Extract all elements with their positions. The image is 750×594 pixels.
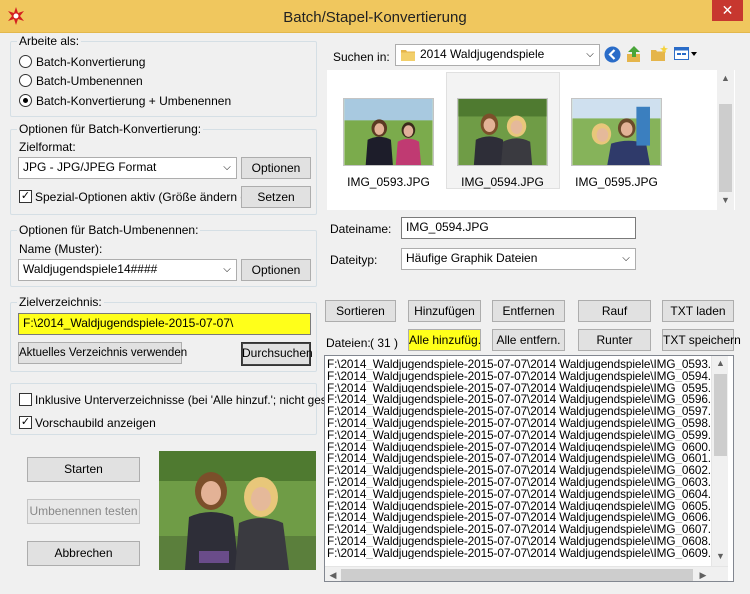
thumb-scrollbar-thumb[interactable] [719, 104, 732, 192]
files-count: ( 31 ) [370, 336, 399, 350]
subdirs-label[interactable]: Inklusive Unterverzeichnisse (bei 'Alle … [35, 393, 340, 407]
chevron-down-icon: ⌵ [622, 253, 630, 264]
set-button[interactable]: Setzen [241, 186, 311, 208]
remove-button[interactable]: Entfernen [492, 300, 565, 322]
list-item[interactable]: F:\2014_Waldjugendspiele-2015-07-07\2014… [327, 464, 711, 476]
rename-options-label: Optionen für Batch-Umbenennen: [17, 223, 201, 237]
subdirs-checkbox[interactable] [19, 393, 32, 406]
radio-batch-convert-label[interactable]: Batch-Konvertierung [36, 55, 145, 69]
search-in-label: Suchen in: [333, 50, 390, 64]
filetype-label: Dateityp: [330, 253, 378, 267]
special-options-checkbox[interactable]: ✓ [19, 190, 32, 203]
radio-batch-convert[interactable] [19, 55, 32, 68]
name-pattern-label: Name (Muster): [19, 242, 103, 256]
name-pattern-value: Waldjugendspiele14#### [23, 262, 158, 276]
cancel-button[interactable]: Abbrechen [27, 541, 140, 566]
list-item[interactable]: F:\2014_Waldjugendspiele-2015-07-07\2014… [327, 358, 711, 370]
list-item[interactable]: F:\2014_Waldjugendspiele-2015-07-07\2014… [327, 417, 711, 429]
list-item[interactable]: F:\2014_Waldjugendspiele-2015-07-07\2014… [327, 511, 711, 523]
folder-icon [401, 50, 415, 61]
target-format-label: Zielformat: [19, 140, 76, 154]
window-title: Batch/Stapel-Konvertierung [283, 9, 467, 26]
preview-checkbox[interactable]: ✓ [19, 416, 32, 429]
list-item[interactable]: F:\2014_Waldjugendspiele-2015-07-07\2014… [327, 405, 711, 417]
down-button[interactable]: Runter [578, 329, 651, 351]
close-button[interactable]: ✕ [712, 0, 743, 21]
target-dir-label: Zielverzeichnis: [17, 295, 104, 309]
chevron-down-icon[interactable]: ▼ [714, 551, 727, 563]
list-item[interactable]: F:\2014_Waldjugendspiele-2015-07-07\2014… [327, 500, 711, 512]
file-list[interactable]: F:\2014_Waldjugendspiele-2015-07-07\2014… [324, 355, 734, 582]
chevron-down-icon: ⌵ [223, 264, 231, 275]
name-pattern-select[interactable]: Waldjugendspiele14#### ⌵ [18, 259, 237, 281]
list-item[interactable]: F:\2014_Waldjugendspiele-2015-07-07\2014… [327, 535, 711, 547]
radio-batch-rename-label[interactable]: Batch-Umbenennen [36, 74, 143, 88]
add-button[interactable]: Hinzufügen [408, 300, 481, 322]
back-icon[interactable] [604, 46, 621, 63]
target-format-value: JPG - JPG/JPEG Format [23, 160, 157, 174]
filetype-value: Häufige Graphik Dateien [406, 251, 538, 265]
list-item[interactable]: F:\2014_Waldjugendspiele-2015-07-07\2014… [327, 523, 711, 535]
thumbnail-label-0595[interactable]: IMG_0595.JPG [571, 175, 662, 189]
file-list-horizontal-scrollbar[interactable]: ◀ ▶ [325, 566, 728, 581]
load-txt-button[interactable]: TXT laden [662, 300, 734, 322]
filename-label: Dateiname: [330, 222, 392, 236]
save-txt-button[interactable]: TXT speichern [662, 329, 741, 351]
list-item[interactable]: F:\2014_Waldjugendspiele-2015-07-07\2014… [327, 441, 711, 453]
radio-batch-rename[interactable] [19, 74, 32, 87]
target-format-select[interactable]: JPG - JPG/JPEG Format ⌵ [18, 157, 237, 179]
up-folder-icon[interactable] [626, 45, 643, 63]
list-item[interactable]: F:\2014_Waldjugendspiele-2015-07-07\2014… [327, 452, 711, 464]
list-item[interactable]: F:\2014_Waldjugendspiele-2015-07-07\2014… [327, 382, 711, 394]
folder-name: 2014 Waldjugendspiele [420, 47, 545, 61]
list-item[interactable]: F:\2014_Waldjugendspiele-2015-07-07\2014… [327, 429, 711, 441]
thumbnail-label-0593[interactable]: IMG_0593.JPG [343, 175, 434, 189]
thumbnail-image-0595[interactable] [571, 98, 662, 166]
special-options-label[interactable]: Spezial-Optionen aktiv (Größe ändern etc… [35, 190, 264, 204]
filename-input[interactable]: IMG_0594.JPG [401, 217, 636, 239]
list-item[interactable]: F:\2014_Waldjugendspiele-2015-07-07\2014… [327, 370, 711, 382]
target-dir-input[interactable]: F:\2014_Waldjugendspiele-2015-07-07\ [18, 313, 311, 335]
thumbnail-label-0594[interactable]: IMG_0594.JPG [457, 175, 548, 189]
add-all-button[interactable]: Alle hinzufüg. [408, 329, 481, 351]
vertical-scrollbar-thumb[interactable] [714, 374, 727, 456]
sort-button[interactable]: Sortieren [325, 300, 396, 322]
chevron-down-icon[interactable]: ▼ [719, 195, 732, 207]
file-list-vertical-scrollbar[interactable]: ▲ ▼ [711, 356, 728, 566]
chevron-left-icon[interactable]: ◀ [327, 569, 339, 581]
new-folder-icon[interactable] [650, 45, 668, 62]
rename-options-button[interactable]: Optionen [241, 259, 311, 281]
up-button[interactable]: Rauf [578, 300, 651, 322]
thumbnail-image-0594[interactable] [457, 98, 548, 166]
list-item[interactable]: F:\2014_Waldjugendspiele-2015-07-07\2014… [327, 476, 711, 488]
list-item[interactable]: F:\2014_Waldjugendspiele-2015-07-07\2014… [327, 488, 711, 500]
filetype-select[interactable]: Häufige Graphik Dateien ⌵ [401, 248, 636, 270]
radio-convert-rename[interactable] [19, 94, 32, 107]
test-rename-button[interactable]: Umbenennen testen [27, 499, 140, 524]
file-list-lines: F:\2014_Waldjugendspiele-2015-07-07\2014… [327, 358, 711, 559]
radio-convert-rename-label[interactable]: Batch-Konvertierung + Umbenennen [36, 94, 231, 108]
use-current-dir-button[interactable]: Aktuelles Verzeichnis verwenden [18, 342, 187, 364]
preview-image [159, 451, 316, 570]
chevron-down-icon: ⌵ [586, 49, 594, 60]
preview-label[interactable]: Vorschaubild anzeigen [35, 416, 156, 430]
list-item[interactable]: F:\2014_Waldjugendspiele-2015-07-07\2014… [327, 547, 711, 559]
work-mode-label: Arbeite als: [17, 34, 82, 48]
convert-options-button[interactable]: Optionen [241, 157, 311, 179]
chevron-right-icon[interactable]: ▶ [697, 569, 709, 581]
thumbnail-image-0593[interactable] [343, 98, 434, 166]
chevron-up-icon[interactable]: ▲ [719, 73, 732, 85]
horizontal-scrollbar-thumb[interactable] [341, 569, 693, 581]
start-button[interactable]: Starten [27, 457, 140, 482]
chevron-down-icon: ⌵ [223, 162, 231, 173]
view-menu-icon[interactable] [674, 46, 698, 62]
list-item[interactable]: F:\2014_Waldjugendspiele-2015-07-07\2014… [327, 393, 711, 405]
files-label: Dateien: [326, 336, 371, 350]
folder-select[interactable]: 2014 Waldjugendspiele ⌵ [395, 44, 600, 66]
chevron-up-icon[interactable]: ▲ [714, 358, 727, 370]
remove-all-button[interactable]: Alle entfern. [492, 329, 565, 351]
convert-options-label: Optionen für Batch-Konvertierung: [17, 122, 204, 136]
browse-button[interactable]: Durchsuchen [241, 342, 313, 366]
